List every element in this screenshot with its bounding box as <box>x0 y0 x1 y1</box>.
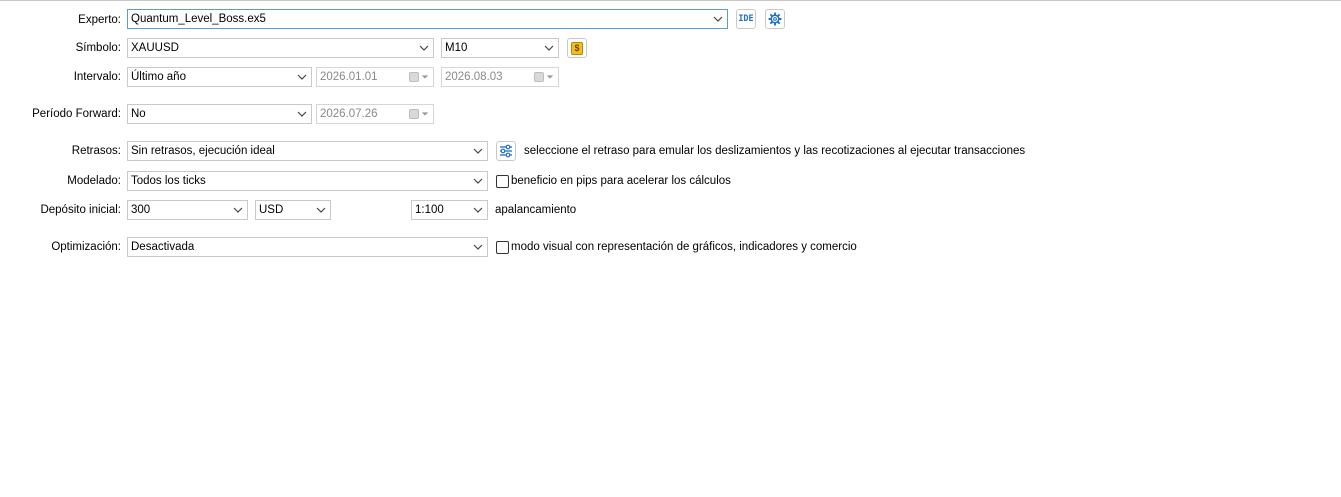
symbol-select[interactable]: XAUUSD <box>127 38 434 58</box>
forward-value: No <box>131 108 146 120</box>
forward-select[interactable]: No <box>127 104 312 124</box>
timeframe-select[interactable]: M10 <box>441 38 559 58</box>
symbol-value: XAUUSD <box>131 42 179 54</box>
money-icon-glyph: $ <box>574 42 580 53</box>
deposit-label: Depósito inicial: <box>40 204 121 216</box>
optimization-label: Optimización: <box>51 241 121 253</box>
interval-value: Último año <box>131 71 186 83</box>
date-from-value: 2026.01.01 <box>320 71 378 83</box>
modeling-label: Modelado: <box>67 175 121 187</box>
timeframe-value: M10 <box>445 42 468 54</box>
deposit-currency-value: USD <box>259 204 284 216</box>
chevron-down-icon <box>544 45 554 51</box>
optimization-value: Desactivada <box>131 241 195 253</box>
chevron-down-icon <box>713 16 723 22</box>
chevron-down-icon <box>297 74 307 80</box>
gear-icon <box>768 12 782 26</box>
forward-date-field[interactable]: 2026.07.26 <box>316 104 434 124</box>
date-to-field[interactable]: 2026.08.03 <box>441 67 559 87</box>
pips-profit-label: beneficio en pips para acelerar los cálc… <box>511 175 731 187</box>
chevron-down-icon <box>316 207 326 213</box>
leverage-value: 1:100 <box>415 204 444 216</box>
delays-hint: seleccione el retraso para emular los de… <box>524 145 1026 157</box>
chevron-down-icon <box>473 178 483 184</box>
deposit-amount-select[interactable]: 300 <box>127 200 248 220</box>
interval-select[interactable]: Último año <box>127 67 312 87</box>
deposit-currency-select[interactable]: USD <box>255 200 331 220</box>
leverage-label: apalancamiento <box>495 204 577 216</box>
ide-button[interactable]: IDE <box>736 9 756 29</box>
top-divider <box>0 0 1341 1</box>
chevron-down-icon <box>473 148 483 154</box>
chevron-down-icon <box>473 244 483 250</box>
chevron-down-icon <box>419 45 429 51</box>
calendar-icon <box>534 71 554 83</box>
ide-icon: IDE <box>738 14 754 24</box>
interval-label: Intervalo: <box>73 71 121 83</box>
forward-label: Período Forward: <box>32 108 121 120</box>
delays-value: Sin retrasos, ejecución ideal <box>131 145 275 157</box>
symbol-properties-button[interactable]: $ <box>567 38 587 58</box>
delay-settings-button[interactable] <box>496 141 516 161</box>
expert-label: Experto: <box>78 14 121 26</box>
calendar-icon <box>409 108 429 120</box>
delays-select[interactable]: Sin retrasos, ejecución ideal <box>127 141 488 161</box>
date-to-value: 2026.08.03 <box>445 71 503 83</box>
calendar-icon <box>409 71 429 83</box>
delays-label: Retrasos: <box>71 145 121 157</box>
chevron-down-icon <box>297 111 307 117</box>
deposit-amount-value: 300 <box>131 204 151 216</box>
expert-settings-button[interactable] <box>765 9 785 29</box>
visual-mode-label: modo visual con representación de gráfic… <box>511 241 857 253</box>
expert-select[interactable]: Quantum_Level_Boss.ex5 <box>127 9 728 29</box>
date-from-field[interactable]: 2026.01.01 <box>316 67 434 87</box>
optimization-select[interactable]: Desactivada <box>127 237 488 257</box>
chevron-down-icon <box>473 207 483 213</box>
sliders-icon <box>500 144 512 158</box>
modeling-value: Todos los ticks <box>131 175 206 187</box>
chevron-down-icon <box>233 207 243 213</box>
visual-mode-checkbox[interactable] <box>496 241 509 254</box>
symbol-label: Símbolo: <box>75 42 121 54</box>
leverage-select[interactable]: 1:100 <box>411 200 488 220</box>
money-icon: $ <box>571 41 583 55</box>
expert-value: Quantum_Level_Boss.ex5 <box>131 13 266 25</box>
modeling-select[interactable]: Todos los ticks <box>127 171 488 191</box>
pips-profit-checkbox[interactable] <box>496 175 509 188</box>
forward-date-value: 2026.07.26 <box>320 108 378 120</box>
